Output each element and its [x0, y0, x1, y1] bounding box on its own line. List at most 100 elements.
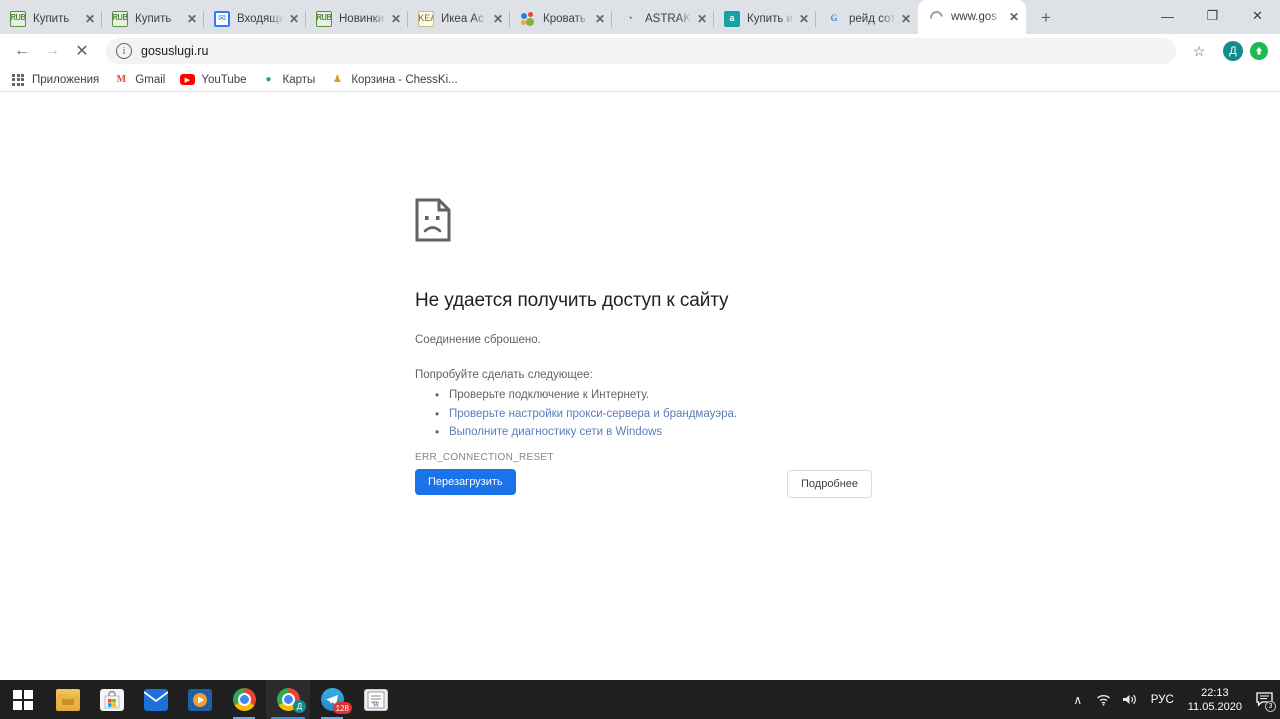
tab-close-icon[interactable]: ✕ [796, 11, 812, 27]
language-indicator[interactable]: РУС [1143, 694, 1182, 706]
window-controls: — ❐ ✕ [1145, 0, 1280, 32]
browser-tab[interactable]: RUB Купить ✕ [0, 3, 102, 34]
suggestion-link[interactable]: Выполните диагностику сети в Windows [449, 426, 662, 438]
telegram-unread-badge: 128 [332, 702, 352, 714]
new-tab-button[interactable]: + [1032, 4, 1060, 32]
avito-icon: a [724, 10, 740, 27]
tab-close-icon[interactable]: ✕ [490, 11, 506, 27]
bookmark-label: Корзина - ChessKi... [351, 73, 458, 86]
money-icon: RUB [10, 10, 26, 27]
browser-tab[interactable]: IKEA Икеа Ас ✕ [408, 3, 510, 34]
profile-avatar[interactable]: Д [1223, 41, 1243, 61]
maps-pin-icon: ● [265, 74, 272, 85]
back-button[interactable]: ← [8, 37, 36, 65]
minimize-button[interactable]: — [1145, 0, 1190, 32]
details-button[interactable]: Подробнее [787, 470, 873, 498]
volume-icon[interactable] [1117, 680, 1143, 719]
wordpad-icon: W [364, 688, 388, 711]
notification-center-button[interactable]: 3 [1248, 680, 1280, 719]
error-suggestion[interactable]: Выполните диагностику сети в Windows [435, 425, 1015, 439]
error-suggestion[interactable]: Проверьте настройки прокси-сервера и бра… [435, 407, 1015, 421]
browser-tab[interactable]: ◔ ASTRAKH✕ [612, 3, 714, 34]
user-icon: ♟ [332, 74, 342, 85]
browser-tab[interactable]: a Купить и ✕ [714, 3, 816, 34]
suggestion-link[interactable]: Проверьте настройки прокси-сервера и бра… [449, 408, 737, 420]
browser-tab[interactable]: www.gos ✕ [918, 0, 1026, 34]
loading-spinner-icon [928, 9, 944, 25]
bookmark-item[interactable]: M Gmail [113, 72, 166, 88]
tab-title: Купить и [747, 12, 793, 25]
tab-list: RUB Купить ✕ RUB Купить ✕ ✉ Входящи ✕ RUB Новинк… [0, 0, 1026, 34]
tab-close-icon[interactable]: ✕ [898, 11, 914, 27]
file-explorer-button[interactable] [46, 680, 90, 719]
bookmark-item[interactable]: ▶ YouTube [179, 72, 247, 88]
svg-text:W: W [373, 701, 380, 709]
google-icon: G [830, 13, 838, 23]
telegram-button[interactable]: 128 [310, 680, 354, 719]
address-bar-url: gosuslugi.ru [141, 44, 209, 58]
error-try-label: Попробуйте сделать следующее: [415, 369, 593, 381]
tab-title: Купить [135, 12, 172, 25]
chrome-button[interactable] [222, 680, 266, 719]
show-hidden-icons-chevron[interactable]: ∧ [1065, 680, 1091, 719]
tab-close-icon[interactable]: ✕ [694, 11, 710, 27]
bookmark-star-icon[interactable]: ☆ [1186, 38, 1212, 64]
close-window-button[interactable]: ✕ [1235, 0, 1280, 32]
tab-close-icon[interactable]: ✕ [592, 11, 608, 27]
browser-tab[interactable]: Gрейд сот ✕ [816, 3, 918, 34]
chrome-profile-button[interactable]: Д [266, 680, 310, 719]
extension-icon[interactable] [1250, 42, 1268, 60]
clock[interactable]: 22:13 11.05.2020 [1182, 686, 1248, 714]
bookmark-item[interactable]: Приложения [10, 72, 99, 88]
microsoft-store-button[interactable] [90, 680, 134, 719]
error-block: Не удается получить доступ к сайту Соеди… [415, 198, 1015, 463]
page-content: Не удается получить доступ к сайту Соеди… [0, 93, 1280, 680]
media-player-button[interactable] [178, 680, 222, 719]
chrome-profile-badge: Д [293, 700, 306, 713]
store-bag-icon [100, 688, 124, 711]
windows-logo-icon [13, 689, 33, 710]
dots-icon [520, 11, 536, 27]
reload-button[interactable]: Перезагрузить [415, 469, 516, 495]
forward-button[interactable]: → [38, 37, 66, 65]
address-bar[interactable]: i gosuslugi.ru [106, 38, 1176, 64]
browser-tab[interactable]: RUB Купить ✕ [102, 3, 204, 34]
chrome-icon [232, 688, 256, 711]
error-title: Не удается получить доступ к сайту [415, 290, 729, 311]
system-tray: ∧ РУС 22:13 11.05.2020 3 [1065, 680, 1280, 719]
browser-tab[interactable]: ✉ Входящи ✕ [204, 3, 306, 34]
bookmark-label: Gmail [135, 73, 166, 86]
mail-icon: ✉ [214, 10, 230, 27]
error-code: ERR_CONNECTION_RESET [415, 452, 554, 463]
suggestion-text: Проверьте подключение к Интернету. [449, 389, 650, 401]
wifi-icon[interactable] [1091, 680, 1117, 719]
site-info-icon[interactable]: i [116, 43, 132, 59]
ikea-icon: IKEA [418, 10, 434, 27]
tab-close-icon[interactable]: ✕ [82, 11, 98, 27]
bookmark-item[interactable]: ● Карты [261, 72, 316, 88]
stop-loading-button[interactable]: ✕ [68, 37, 96, 65]
apps-grid-icon [10, 72, 26, 88]
browser-tab[interactable]: Кровать ✕ [510, 3, 612, 34]
tab-close-icon[interactable]: ✕ [184, 11, 200, 27]
bookmark-item[interactable]: ♟ Корзина - ChessKi... [329, 72, 458, 88]
bookmark-label: YouTube [201, 73, 247, 86]
notification-count-badge: 3 [1265, 701, 1276, 712]
tab-close-icon[interactable]: ✕ [388, 11, 404, 27]
browser-tab[interactable]: RUB Новинки ✕ [306, 3, 408, 34]
browser-toolbar: ← → ✕ i gosuslugi.ru ☆ Д [0, 34, 1280, 68]
tab-close-icon[interactable]: ✕ [1006, 9, 1022, 25]
money-icon: RUB [316, 10, 332, 27]
sad-page-icon [415, 198, 451, 242]
folder-icon [56, 688, 80, 711]
maximize-button[interactable]: ❐ [1190, 0, 1235, 32]
browser-window: RUB Купить ✕ RUB Купить ✕ ✉ Входящи ✕ RUB Новинк… [0, 0, 1280, 719]
wordpad-button[interactable]: W [354, 680, 398, 719]
mail-app-button[interactable] [134, 680, 178, 719]
start-button[interactable] [0, 680, 46, 719]
mail-envelope-icon [144, 688, 168, 711]
tab-strip: RUB Купить ✕ RUB Купить ✕ ✉ Входящи ✕ RUB Новинк… [0, 0, 1280, 34]
globe-icon: ◔ [627, 13, 633, 23]
tab-close-icon[interactable]: ✕ [286, 11, 302, 27]
tab-title: Кровать [543, 12, 586, 25]
